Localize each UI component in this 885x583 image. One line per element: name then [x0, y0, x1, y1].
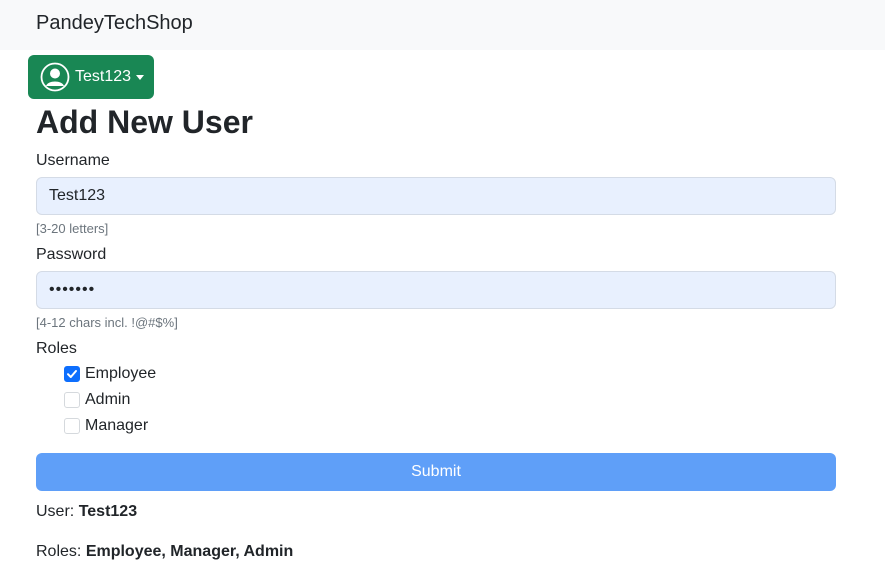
brand-link[interactable]: PandeyTechShop: [36, 12, 193, 35]
manager-label: Manager: [85, 417, 149, 434]
user-menu-label: Test123: [75, 68, 132, 85]
username-input[interactable]: Test123: [36, 177, 836, 215]
roles-label: Roles: [36, 340, 77, 357]
role-option-employee[interactable]: Employee: [64, 364, 156, 384]
employee-label: Employee: [85, 365, 157, 382]
username-hint: [3-20 letters]: [36, 221, 109, 236]
navbar: PandeyTechShop: [0, 0, 885, 50]
password-input[interactable]: •••••••: [36, 271, 836, 309]
submit-button[interactable]: Submit: [36, 453, 836, 491]
check-icon: [67, 370, 77, 378]
username-label: Username: [36, 152, 110, 169]
role-option-admin[interactable]: Admin: [64, 390, 130, 410]
summary-roles: Roles: Employee, Manager, Admin: [36, 543, 293, 561]
summary-roles-value: Employee, Manager, Admin: [85, 543, 294, 560]
person-circle-icon: [40, 62, 70, 92]
page-title: Add New User: [36, 104, 253, 140]
manager-checkbox[interactable]: [64, 418, 80, 434]
employee-checkbox[interactable]: [64, 366, 80, 382]
admin-checkbox[interactable]: [64, 392, 80, 408]
password-value: •••••••: [49, 281, 96, 298]
role-option-manager[interactable]: Manager: [64, 416, 148, 436]
username-value: Test123: [49, 187, 106, 204]
summary-user-prefix: User:: [36, 503, 75, 520]
user-menu-button[interactable]: Test123: [28, 55, 154, 99]
admin-label: Admin: [85, 391, 131, 408]
password-hint: [4-12 chars incl. !@#$%]: [36, 315, 178, 330]
password-label: Password: [36, 246, 107, 263]
caret-down-icon: [136, 74, 145, 80]
summary-user-value: Test123: [78, 503, 138, 520]
summary-user: User: Test123: [36, 503, 137, 521]
summary-roles-prefix: Roles:: [36, 543, 82, 560]
